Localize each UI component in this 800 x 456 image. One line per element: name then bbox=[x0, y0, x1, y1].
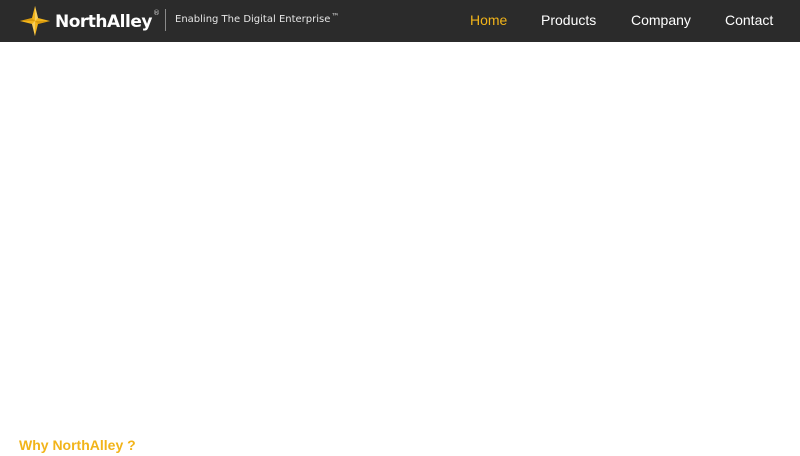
nav-company[interactable]: Company bbox=[631, 0, 691, 42]
brand-name: NorthAlley bbox=[55, 12, 152, 32]
brand-tagline: Enabling The Digital Enterprise™ bbox=[175, 12, 340, 27]
logo-divider bbox=[165, 9, 166, 31]
nav-contact[interactable]: Contact bbox=[725, 0, 773, 42]
tagline-text: Enabling The Digital Enterprise bbox=[175, 14, 331, 25]
top-navigation-bar: NorthAlley ® Enabling The Digital Enterp… bbox=[0, 0, 800, 42]
four-point-star-logo-icon bbox=[20, 6, 50, 36]
trademark-mark: ™ bbox=[331, 12, 340, 21]
brand-logo[interactable]: NorthAlley ® bbox=[19, 5, 160, 37]
registered-mark: ® bbox=[152, 9, 160, 17]
why-northalley-heading: Why NorthAlley ? bbox=[19, 437, 136, 453]
nav-products[interactable]: Products bbox=[541, 0, 596, 42]
nav-home[interactable]: Home bbox=[470, 0, 507, 42]
